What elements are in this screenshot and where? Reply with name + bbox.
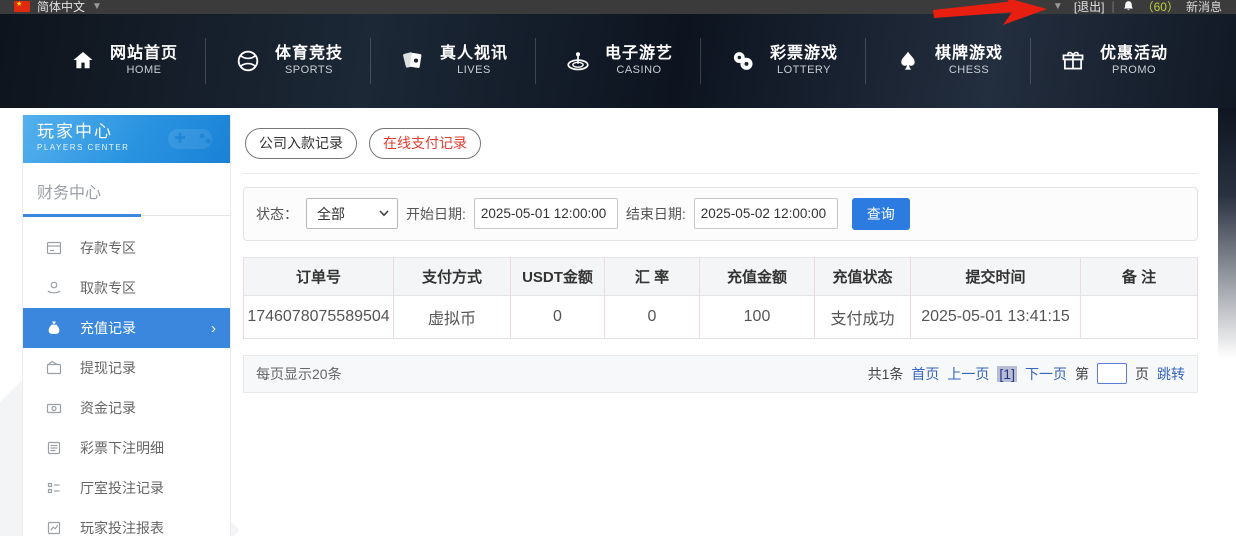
sidebar-item-player-bet-report[interactable]: 玩家投注报表 [23,508,230,536]
start-date-input[interactable] [473,198,618,230]
lottery-icon [728,48,758,74]
col-payment-method: 支付方式 [393,256,511,296]
deposit-icon [45,240,62,257]
nav-item-lottery[interactable]: 彩票游戏 LOTTERY [701,38,867,84]
col-remark: 备 注 [1080,256,1198,296]
cell-submit-time: 2025-05-01 13:41:15 [910,295,1081,339]
nav-item-lives[interactable]: 真人视讯 LIVES [371,38,536,84]
gamepad-icon [168,129,212,149]
page-suffix: 页 [1135,365,1149,382]
next-page-link[interactable]: 下一页 [1025,364,1067,384]
col-usdt-amount: USDT金额 [510,256,605,296]
total-count: 共1条 [867,365,904,382]
china-flag-icon: ★ [14,0,30,12]
nav-item-home[interactable]: 网站首页 HOME [41,38,206,84]
cell-exchange-rate: 0 [604,295,700,339]
chevron-down-icon[interactable]: ▼ [92,1,102,12]
nav-item-chess[interactable]: 棋牌游戏 CHESS [866,38,1032,84]
sidebar-item-recharge-records[interactable]: 充值记录 › [23,308,230,348]
topbar: ★ 简体中文 ▼ ▼ [退出] | （60） 新消息 [0,0,1236,14]
per-page-label: 每页显示20条 [256,365,342,382]
home-icon [68,48,98,74]
table-row: 1746078075589504 虚拟币 0 0 100 支付成功 2025-0… [243,295,1198,339]
recharge-icon [45,320,62,337]
annotation-arrow [933,0,1047,25]
language-selector[interactable]: 简体中文 [37,0,85,14]
nav-item-sports[interactable]: 体育竞技 SPORTS [206,38,371,84]
bell-icon[interactable] [1122,0,1135,13]
hall-bet-icon [45,480,62,497]
nav-item-promo[interactable]: 优惠活动 PROMO [1031,38,1195,84]
filter-panel: 状态： 全部 开始日期: 结束日期: 查询 [243,186,1198,241]
chevron-right-icon: › [211,319,216,337]
user-menu-chevron-icon[interactable]: ▼ [1053,1,1063,12]
main-content: 公司入款记录 在线支付记录 状态： 全部 开始日期: 结束日期: 查询 订单号 [243,115,1198,536]
sidebar-item-deposit[interactable]: 存款专区 [23,228,230,268]
first-page-link[interactable]: 首页 [911,364,939,384]
topbar-divider: | [1111,0,1115,13]
status-select[interactable]: 全部 [306,198,398,230]
cell-usdt-amount: 0 [510,295,605,339]
sidebar-item-withdrawal-records[interactable]: 提现记录 [23,348,230,388]
prev-page-link[interactable]: 上一页 [947,364,989,384]
sidebar-section-finance: 财务中心 [23,163,230,217]
sidebar-item-withdraw-zone[interactable]: 取款专区 [23,268,230,308]
logout-button[interactable]: [退出] [1074,0,1105,14]
nav-item-casino[interactable]: 电子游艺 CASINO [536,38,701,84]
col-submit-time: 提交时间 [910,256,1081,296]
status-label: 状态： [256,205,298,222]
message-count: （60） [1141,0,1179,14]
end-date-input[interactable] [693,198,838,230]
lottery-detail-icon [45,440,62,457]
chevron-down-icon [379,210,389,217]
player-report-icon [45,520,62,536]
cell-order-number: 1746078075589504 [243,295,394,339]
sidebar-item-funds-records[interactable]: 资金记录 [23,388,230,428]
end-date-label: 结束日期: [625,205,686,222]
promo-gift-icon [1058,48,1088,74]
lives-icon [398,48,428,74]
record-tabs: 公司入款记录 在线支付记录 [243,115,1198,174]
page-jump-input[interactable] [1097,363,1127,385]
cell-payment-method: 虚拟币 [393,295,511,339]
main-navigation: 网站首页 HOME 体育竞技 SPORTS 真人视讯 LIVES 电子游艺 CASINO… [0,14,1236,108]
col-recharge-status: 充值状态 [814,256,911,296]
chess-spade-icon [893,48,923,74]
table-header-row: 订单号 支付方式 USDT金额 汇 率 充值金额 充值状态 提交时间 备 注 [243,256,1198,296]
current-page: [1] [997,365,1017,382]
search-button[interactable]: 查询 [851,197,910,230]
page-prefix: 第 [1075,365,1089,382]
message-label[interactable]: 新消息 [1186,0,1222,14]
cell-recharge-amount: 100 [699,295,815,339]
pagination-bar: 每页显示20条 共1条 首页 上一页 [1] 下一页 第 页 跳转 [243,354,1198,393]
sidebar-item-lottery-bet-detail[interactable]: 彩票下注明细 [23,428,230,468]
sports-icon [233,48,263,74]
section-underline [23,214,141,217]
sidebar-menu: 存款专区 取款专区 充值记录 › 提现记录 资金记录 彩票下注明细 厅室投注记录… [23,216,230,536]
sidebar: 玩家中心 PLAYERS CENTER 财务中心 存款专区 取款专区 充值记录 … [22,115,231,536]
col-recharge-amount: 充值金额 [699,256,815,296]
casino-icon [563,48,593,74]
sidebar-header: 玩家中心 PLAYERS CENTER [23,115,230,163]
cell-remark [1080,295,1198,339]
tab-online-payment-records[interactable]: 在线支付记录 [369,128,481,159]
withdrawal-record-icon [45,360,62,377]
background-edge [1218,108,1236,358]
tab-company-deposit-records[interactable]: 公司入款记录 [245,128,357,159]
sidebar-item-hall-bet-records[interactable]: 厅室投注记录 [23,468,230,508]
funds-icon [45,400,62,417]
recharge-records-table: 订单号 支付方式 USDT金额 汇 率 充值金额 充值状态 提交时间 备 注 1… [243,256,1198,339]
start-date-label: 开始日期: [406,205,466,222]
col-order-number: 订单号 [243,256,394,296]
jump-button[interactable]: 跳转 [1157,364,1185,384]
cell-recharge-status: 支付成功 [814,295,911,339]
col-exchange-rate: 汇 率 [604,256,700,296]
withdraw-icon [45,280,62,297]
